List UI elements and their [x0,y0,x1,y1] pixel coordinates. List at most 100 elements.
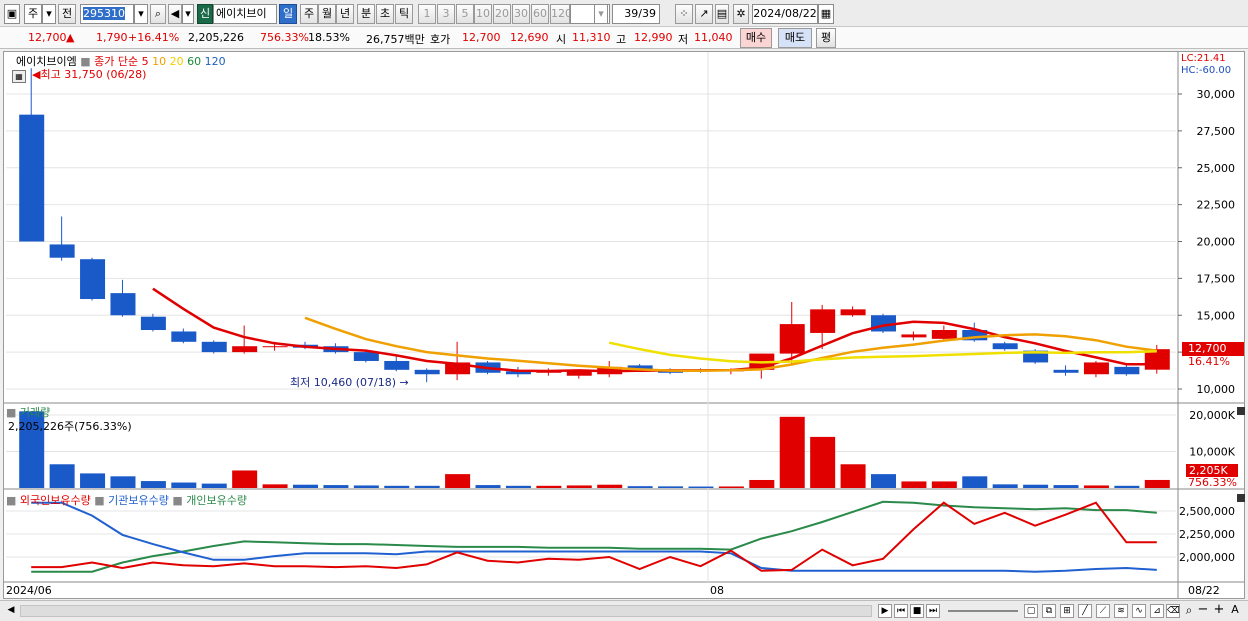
period-tab-3[interactable]: 년 [336,4,354,24]
chart-canvas[interactable]: 30,000 27,500 25,000 22,500 20,000 17,500 15,0… [4,52,1244,598]
period-tab-0[interactable]: 일 [279,4,297,24]
ma-60: 60 [187,55,202,68]
interval-button-2[interactable]: 5 [456,4,474,24]
candle-body [80,259,106,300]
zoom-slider[interactable] [948,610,1018,612]
speaker-dropdown-icon[interactable]: ▾ [182,4,194,24]
buy-button[interactable]: 매수 [740,28,772,48]
individual-holding-line [31,500,1157,573]
turnover: 18.53% [308,31,350,44]
sell-button[interactable]: 매도 [778,28,812,48]
price-axis-label: 10,000 [1197,383,1236,396]
draw-icon[interactable]: ↗ [695,4,713,24]
tool-grid-icon[interactable]: ⊞ [1060,604,1074,618]
candle-body [49,244,75,258]
volume-bar [1144,479,1170,488]
search-icon[interactable]: ⌕ [150,4,166,24]
tool-rect-icon[interactable]: ▢ [1024,604,1038,618]
quote-label: 호가 [430,33,451,46]
chart-window-icon[interactable]: ▣ [4,4,20,24]
link-icon[interactable]: ⁘ [675,4,693,24]
zoom-in-icon[interactable]: + [1212,603,1226,618]
ask-price: 12,700 [462,31,501,44]
scroll-right-icon[interactable]: ▶ [878,604,892,618]
volume-bar [840,464,866,488]
table-icon[interactable]: ▦ [12,70,26,83]
tool-line-icon[interactable]: ╱ [1078,604,1092,618]
save-icon[interactable]: ▤ [715,4,729,24]
interval-button-5[interactable]: 30 [512,4,530,24]
auto-scale-icon[interactable]: A [1228,604,1242,618]
volume-bar [384,485,410,488]
scroll-track[interactable] [20,605,872,617]
volume-bar [566,485,592,488]
speaker-icon[interactable]: ◀ [168,4,182,24]
price-axis-label: 25,000 [1197,162,1236,175]
scroll-end-icon[interactable]: ⏭ [926,604,940,618]
interval-button-1[interactable]: 3 [437,4,455,24]
foreign-holding-line [31,501,1157,572]
volume-bar [1114,485,1140,488]
tool-copy-icon[interactable]: ⧉ [1042,604,1056,618]
scroll-start-icon[interactable]: ⏮ [894,604,908,618]
date-field[interactable]: 2024/08/22 [752,4,818,24]
period-tab-1[interactable]: 주 [300,4,318,24]
price-axis-label: 17,500 [1197,272,1236,285]
institution-holding-line [31,501,1157,573]
period-tab-5[interactable]: 초 [376,4,394,24]
volume-bar [323,485,349,488]
volume-panel-close-icon[interactable] [1237,407,1245,415]
volume-bar [931,481,957,488]
scroll-left-icon[interactable]: ◀ [4,604,18,618]
lc-label: LC:21.41 [1181,53,1226,64]
stock-code-input[interactable]: 295310 [80,4,134,24]
tool-cycle-icon[interactable]: ∿ [1132,604,1146,618]
count-field[interactable]: 39/39 [612,4,660,24]
interval-button-0[interactable]: 1 [418,4,436,24]
high-note: ◀최고 31,750 (06/28) [32,68,147,81]
period-select[interactable]: 주 [24,4,42,24]
tool-erase-icon[interactable]: ⌫ [1166,604,1180,618]
scroll-stop-icon[interactable]: ■ [910,604,924,618]
calendar-icon[interactable]: ▦ [818,4,834,24]
volume-bar [80,473,106,488]
volume-bar [505,485,531,488]
x-axis-right: 08/22 [1188,584,1220,597]
interval-button-7[interactable]: 120 [550,4,572,24]
bid-price: 12,690 [510,31,549,44]
volume-bar [718,486,744,488]
interval-dropdown-icon[interactable]: ▾ [594,4,608,24]
code-dropdown-icon[interactable]: ▾ [134,4,148,24]
candle-body [840,309,866,316]
period-tab-2[interactable]: 월 [318,4,336,24]
volume-bar [262,484,288,488]
volume: 2,205,226 [188,31,244,44]
zoom-search-icon[interactable]: ⌕ [1182,604,1196,618]
tool-trend-icon[interactable]: ⟋ [1096,604,1110,618]
ma5-line [152,287,1157,373]
bottom-scrollbar[interactable]: ◀ ▶ ⏮ ■ ⏭ ▢ ⧉ ⊞ ╱ ⟋ ≋ ∿ ⊿ ⌫ ⌕ − + A [0,600,1248,621]
tool-fib-icon[interactable]: ≋ [1114,604,1128,618]
period-dropdown-icon[interactable]: ▾ [42,4,56,24]
interval-button-4[interactable]: 20 [493,4,511,24]
candle-body [1083,362,1109,375]
volume-bar [110,476,136,488]
period-tab-6[interactable]: 틱 [395,4,413,24]
interval-button-3[interactable]: 10 [474,4,492,24]
avg-button[interactable]: 평 [816,28,836,48]
zoom-out-icon[interactable]: − [1196,603,1210,618]
volume-bar [140,481,166,488]
settings-gear-icon[interactable]: ✲ [733,4,749,24]
prev-button[interactable]: 전 [58,4,76,24]
stock-name[interactable]: 에이치브이 [213,4,277,24]
volume-bar [201,483,227,488]
holding-axis-label: 2,500,000 [1179,505,1235,518]
volume-bar [171,482,197,488]
interval-button-6[interactable]: 60 [531,4,549,24]
holding-panel-close-icon[interactable] [1237,494,1245,502]
tool-measure-icon[interactable]: ⊿ [1150,604,1164,618]
volume-bar [992,484,1018,488]
candle-body [1053,369,1079,373]
period-tab-4[interactable]: 분 [357,4,375,24]
chart-area[interactable]: 30,000 27,500 25,000 22,500 20,000 17,500 15,0… [3,51,1245,599]
